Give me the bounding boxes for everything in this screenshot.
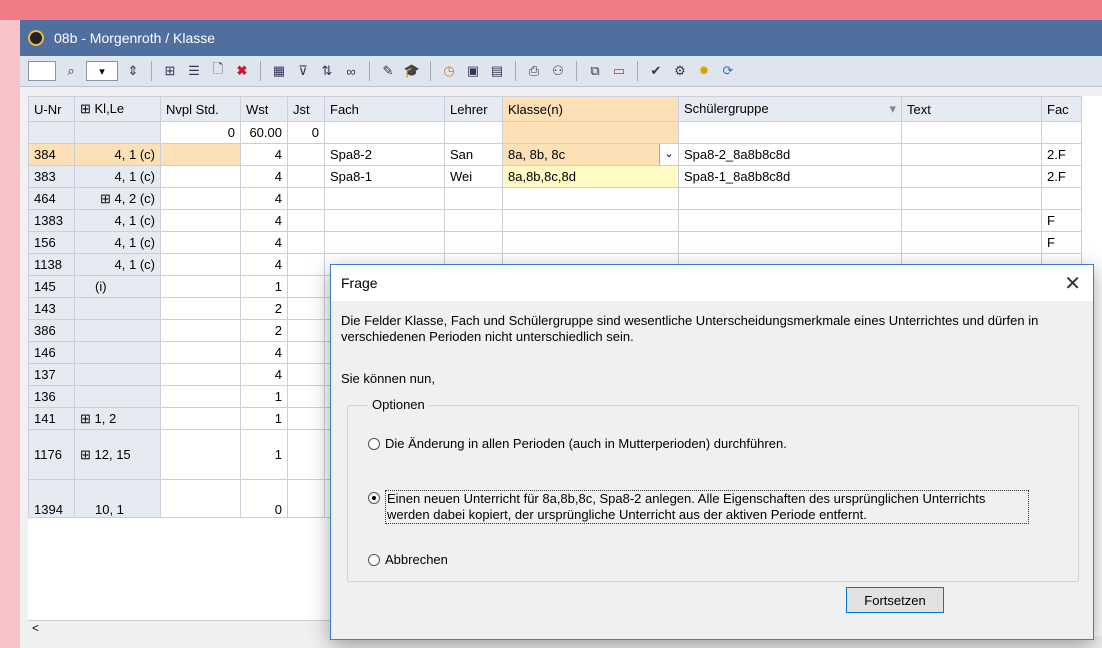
filter-funnel-icon[interactable]: ⊽ [294,62,312,80]
cell-fach[interactable]: Spa8-2 [324,143,445,166]
clock-icon[interactable]: ◷ [440,62,458,80]
cell-lehrer[interactable]: San [444,143,503,166]
option-label: Einen neuen Unterricht für 8a,8b,8c, Spa… [385,490,1029,524]
header-row: U-Nr ⊞ Kl,Le Nvpl Std. Wst Jst Fach Lehr… [28,96,1082,122]
toolbar: ⌕ ▾ ⇕ ⊞ ☰ 🗋 ✖ ▦ ⊽ ⇅ ∞ ✎ 🎓 ◷ ▣ ▤ ⎙ ⚇ ⧉ ▭ … [20,56,1102,87]
column-header[interactable]: Fach [324,96,445,122]
settings-icon[interactable]: ⚙ [671,62,689,80]
radio-button-selected[interactable] [368,492,380,504]
table-row[interactable]: 384 4, 1 (c) 4 Spa8-2 San 8a, 8b, 8c ⌄ Sp… [28,143,1082,166]
column-header[interactable]: Text [901,96,1042,122]
column-header[interactable]: Fac [1041,96,1082,122]
radio-button[interactable] [368,554,380,566]
column-header[interactable]: Klasse(n) [502,96,679,122]
cell-unr[interactable]: 384 [28,143,75,166]
list-icon[interactable]: ☰ [185,62,203,80]
table-row[interactable]: 464 ⊞ 4, 2 (c) 4 [28,187,1082,210]
sum-nvpl: 0 [160,121,241,144]
column-header[interactable]: Lehrer [444,96,503,122]
add-row-icon[interactable]: ⊞ [161,62,179,80]
sort-icon[interactable]: ⇅ [318,62,336,80]
column-header[interactable]: U-Nr [28,96,75,122]
cell-fac[interactable]: 2.F [1041,143,1082,166]
app-clock-icon [28,30,44,46]
option-label: Abbrechen [385,552,448,567]
scroll-left-icon[interactable]: < [32,621,39,635]
option-label: Die Änderung in allen Perioden (auch in … [385,436,787,451]
horizontal-scrollbar[interactable]: < [28,620,358,636]
link-icon[interactable]: ∞ [342,62,360,80]
calendar-icon[interactable]: ▣ [464,62,482,80]
grid-icon[interactable]: ▤ [488,62,506,80]
sort-arrow-icon: ▾ [889,101,896,116]
monitor-icon[interactable]: ▭ [610,62,628,80]
chevron-down-icon[interactable]: ⌄ [659,144,678,165]
sum-jst: 0 [287,121,325,144]
new-icon[interactable]: 🗋 [209,61,227,80]
cell-gruppe[interactable]: Spa8-2_8a8b8c8d [678,143,902,166]
dialog-titlebar: Frage ✕ [331,265,1093,301]
title-bar: 08b - Morgenroth / Klasse [20,20,1102,56]
continue-button[interactable]: Fortsetzen [846,587,944,613]
delete-icon[interactable]: ✖ [233,62,251,80]
column-header[interactable]: Jst [287,96,325,122]
report-icon[interactable]: ⎙ [525,62,543,80]
options-group: Optionen Die Änderung in allen Perioden … [347,397,1079,582]
chart-icon[interactable]: ▦ [270,62,288,80]
view-dropdown[interactable]: ▾ [86,61,118,81]
table-row[interactable]: 156 4, 1 (c) 4 F [28,231,1082,254]
copy-icon[interactable]: ⧉ [586,62,604,80]
radio-button[interactable] [368,438,380,450]
sum-row: 0 60.00 0 [28,121,1082,144]
dialog-title: Frage [341,275,378,291]
dialog-message: Die Felder Klasse, Fach und Schülergrupp… [341,313,1039,344]
gear-icon[interactable]: ✹ [695,62,713,80]
top-banner [0,0,1102,20]
question-dialog: Frage ✕ Die Felder Klasse, Fach und Schü… [330,264,1094,640]
sum-wst: 60.00 [240,121,288,144]
dialog-body: Die Felder Klasse, Fach und Schülergrupp… [331,301,1093,387]
column-header[interactable]: ⊞ Kl,Le [74,96,161,122]
search-icon[interactable]: ⌕ [62,62,80,80]
filter-input[interactable] [28,61,56,81]
options-legend: Optionen [368,397,429,412]
table-row[interactable]: 383 4, 1 (c) 4 Spa8-1 Wei 8a,8b,8c,8d Sp… [28,165,1082,188]
window-title: 08b - Morgenroth / Klasse [54,30,216,46]
close-icon[interactable]: ✕ [1064,271,1081,296]
option-new-lesson[interactable]: Einen neuen Unterricht für 8a,8b,8c, Spa… [368,490,1029,524]
option-cancel[interactable]: Abbrechen [368,552,448,567]
klassen-editor[interactable]: 8a, 8b, 8c ⌄ [502,143,679,166]
column-header[interactable]: Schülergruppe ▾ [678,96,902,122]
tools-icon[interactable]: ✎ [379,62,397,80]
people-icon[interactable]: ⚇ [549,62,567,80]
table-row[interactable]: 1383 4, 1 (c) 4 F [28,209,1082,232]
option-all-periods[interactable]: Die Änderung in allen Perioden (auch in … [368,436,787,451]
teacher-icon[interactable]: 🎓 [403,62,421,80]
column-header[interactable]: Nvpl Std. [160,96,241,122]
cell-klle[interactable]: 4, 1 (c) [74,143,161,166]
dialog-message-2: Sie können nun, [341,371,435,386]
cell-wst[interactable]: 4 [240,143,288,166]
spin-icon[interactable]: ⇕ [124,62,142,80]
refresh-icon[interactable]: ⟳ [719,62,737,80]
column-header[interactable]: Wst [240,96,288,122]
check-icon[interactable]: ✔ [647,62,665,80]
